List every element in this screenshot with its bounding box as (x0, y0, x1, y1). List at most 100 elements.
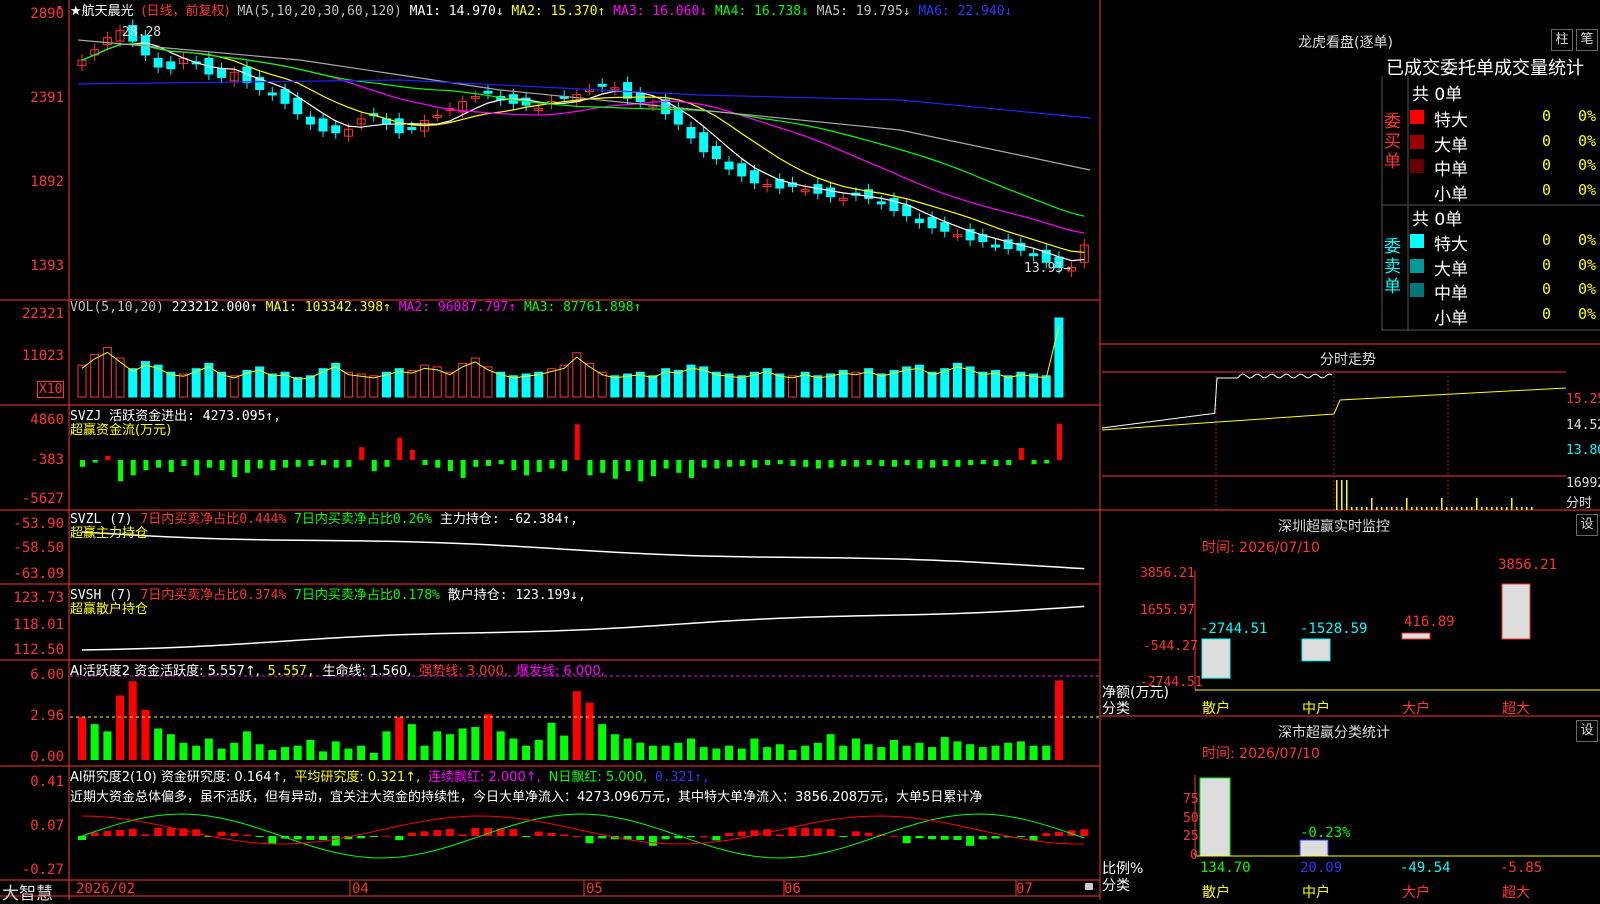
ma-label: MA(5,10,20,30,60,120) (237, 4, 402, 19)
candle-67 (927, 216, 937, 229)
flow-bar-5 (143, 460, 149, 471)
flow-bar-25 (397, 437, 403, 460)
flow-bar-55 (777, 460, 783, 465)
research-bar-41 (598, 836, 607, 839)
flow-bar-49 (701, 460, 707, 468)
lock-icon[interactable] (1085, 883, 1093, 890)
act-bar-57 (801, 745, 810, 760)
research-bar-26 (407, 832, 416, 836)
tick-mode-button[interactable]: 笔 (1576, 29, 1598, 51)
candle-25 (394, 118, 404, 134)
intraday-vol-10 (1386, 507, 1388, 510)
mkt-title: 深市超赢分类统计 (1278, 725, 1390, 741)
flow-bar-21 (346, 460, 352, 467)
vol-bar-23 (369, 375, 379, 398)
research-bar-61 (851, 831, 860, 836)
sell-row-2-pct: 0% (1578, 256, 1597, 274)
research-bar-68 (940, 836, 949, 840)
vol-ytick-1: 22321 (21, 306, 64, 322)
research-bar-35 (522, 836, 531, 837)
intraday-vol-17 (1421, 507, 1423, 510)
sz-bar-0 (1201, 638, 1231, 679)
dragon-heading: 已成交委托单成交量统计 (1386, 58, 1584, 79)
research-bar-51 (725, 832, 734, 836)
buy-row-4: 小单 0 0% (1410, 180, 1600, 205)
flow-bar-59 (828, 460, 834, 468)
flow-bar-17 (295, 460, 301, 467)
flow-bar-27 (422, 460, 428, 466)
research-bar-29 (445, 829, 454, 836)
flow-bar-6 (156, 460, 162, 468)
flow-bar-39 (574, 424, 580, 460)
vol-bar-17 (293, 377, 303, 398)
research-bar-14 (255, 836, 264, 837)
vol-bar-61 (851, 371, 861, 398)
act-bar-71 (978, 747, 987, 760)
flow-bar-77 (1056, 423, 1062, 460)
ma-item-6: MA6: 22.940↓ (918, 4, 1013, 19)
intraday-ytick-4: 16992 (1566, 476, 1600, 491)
svzl-a: 7日内买卖净占比0.444% (140, 512, 287, 527)
candle-20 (331, 125, 341, 134)
candle-53 (749, 170, 759, 184)
candle-26 (407, 127, 417, 131)
act-bar-70 (966, 744, 975, 760)
svsh-line (81, 605, 1085, 651)
act-bar-42 (610, 734, 619, 760)
act-bar-22 (357, 745, 366, 760)
act-bar-34 (509, 738, 518, 760)
vol-bar-29 (445, 371, 455, 398)
research-bar-55 (775, 834, 784, 836)
stock-title[interactable]: ★航天晨光 (70, 4, 134, 19)
research-bar-56 (788, 828, 797, 836)
sell-row-4-label: 小单 (1434, 309, 1468, 329)
ma-item-2: MA2: 15.370↑ (511, 4, 606, 19)
flow-bar-66 (917, 460, 923, 469)
ai1-ytick-3: 0.00 (30, 749, 64, 765)
act-bar-15 (268, 749, 277, 760)
intraday-price-line (1101, 373, 1333, 429)
sz-settings-button[interactable]: 设 (1576, 514, 1598, 536)
act-bar-17 (293, 745, 302, 760)
research-bar-44 (636, 836, 645, 840)
candle-6 (153, 57, 163, 68)
vol-bar-63 (876, 373, 886, 398)
ai1-a: 5.557, (267, 664, 315, 679)
act-bar-8 (179, 742, 188, 760)
bar-mode-button[interactable]: 柱 (1551, 29, 1573, 51)
flow-bar-19 (321, 460, 327, 466)
intraday-vol-30 (1486, 507, 1488, 510)
act-bar-69 (953, 741, 962, 760)
svsh-b: 7日内买卖净占比0.178% (294, 588, 440, 603)
period-label[interactable]: (日线，前复权) (141, 4, 229, 19)
research-bar-64 (890, 835, 898, 837)
intraday-vol-20 (1436, 507, 1438, 510)
act-bar-26 (407, 724, 416, 760)
intraday-vol-34 (1506, 507, 1508, 510)
intraday-title: 分时走势 (1320, 352, 1376, 368)
research-bar-48 (687, 836, 695, 838)
flow-bar-46 (663, 460, 669, 469)
buy-row-2-val: 0 (1542, 132, 1552, 150)
svsh-c: 散户持仓: 123.199↓, (447, 588, 586, 603)
intraday-vol-2 (1346, 480, 1348, 510)
sz-time: 时间: 2026/07/10 (1202, 540, 1320, 556)
sell-row-4: 小单 0 0% (1410, 304, 1600, 329)
ma-item-3: MA3: 16.060↓ (613, 4, 708, 19)
candle-68 (940, 222, 950, 232)
act-bar-36 (534, 739, 543, 760)
vol-bar-65 (902, 366, 912, 398)
act-bar-12 (230, 742, 239, 760)
main-ytick-3: 1892 (30, 174, 64, 190)
vol-bar-18 (305, 375, 315, 398)
act-bar-56 (788, 749, 797, 760)
act-bar-49 (699, 747, 708, 760)
vol-bar-26 (407, 369, 417, 398)
vol-bar-8 (179, 373, 188, 398)
research-bar-39 (572, 835, 581, 837)
mkt-settings-button[interactable]: 设 (1576, 720, 1598, 742)
sell-row-2: 大单 0 0% (1410, 255, 1600, 280)
intraday-vol-7 (1371, 498, 1373, 510)
sz-val-2: -1528.59 (1300, 621, 1368, 637)
research-bar-20 (331, 836, 340, 846)
